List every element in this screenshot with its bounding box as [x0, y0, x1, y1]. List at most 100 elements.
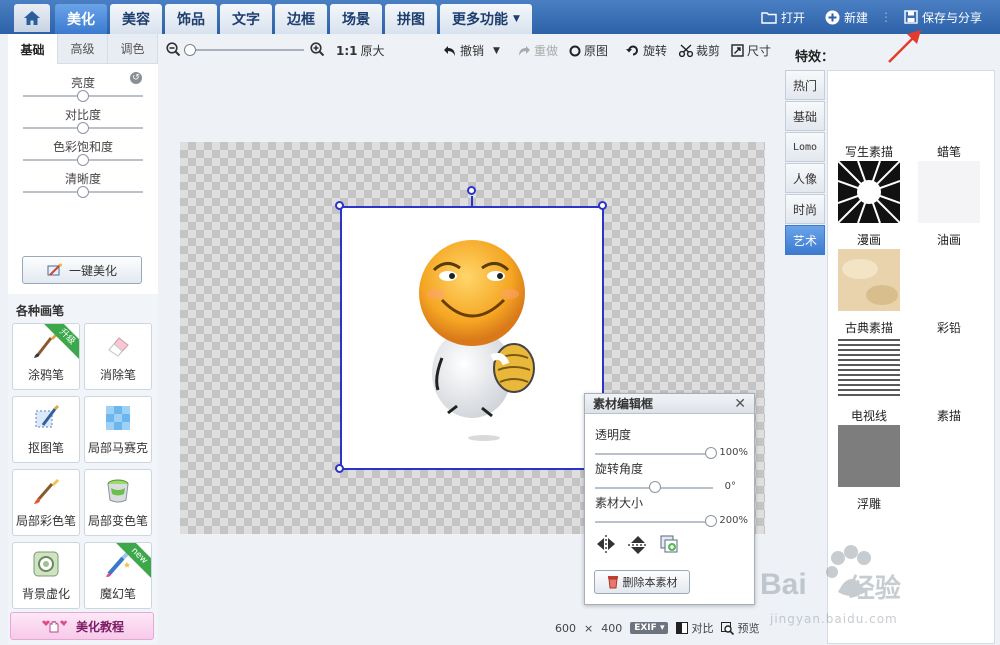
cutout-brush-button[interactable]: 抠图笔	[12, 396, 80, 463]
emoticon-sticker-image[interactable]	[342, 208, 602, 468]
material-size-slider[interactable]: 200%	[595, 515, 750, 529]
tab-beauty[interactable]: 美容	[110, 4, 162, 34]
preview-button[interactable]: 预览	[721, 620, 759, 636]
scissors-icon	[679, 44, 693, 57]
adjust-panel: ↺ 亮度 对比度 色彩饱和度 清晰度 一键美化	[8, 64, 158, 294]
effect-crayon[interactable]: 蜡笔	[914, 143, 984, 226]
sharpness-slider[interactable]	[23, 186, 143, 198]
effect-label: 电视线	[850, 409, 887, 423]
delete-material-button[interactable]: 删除本素材	[594, 570, 690, 594]
slider-knob[interactable]	[77, 154, 89, 166]
contrast-slider[interactable]	[23, 122, 143, 134]
resize-handle-bottom-left[interactable]	[335, 464, 344, 473]
effect-categories: 热门 基础 Lomo 人像 时尚 艺术	[785, 70, 825, 256]
tab-beautify[interactable]: 美化	[55, 4, 107, 34]
magic-brush-button[interactable]: new 魔幻笔	[84, 542, 152, 609]
subtab-advanced[interactable]: 高级	[58, 34, 108, 64]
slider-knob[interactable]	[184, 44, 196, 56]
resize-button[interactable]: 尺寸	[731, 42, 771, 59]
one-key-beautify-button[interactable]: 一键美化	[22, 256, 142, 284]
category-fashion[interactable]: 时尚	[785, 194, 825, 224]
new-label: 新建	[843, 10, 868, 25]
category-basic[interactable]: 基础	[785, 101, 825, 131]
rotation-handle[interactable]	[467, 186, 476, 195]
zoom-out-icon[interactable]	[166, 42, 181, 57]
subtab-label: 高级	[70, 42, 95, 56]
beautify-tutorial-button[interactable]: 美化教程	[10, 612, 154, 640]
subtab-basic[interactable]: 基础	[8, 34, 58, 64]
effect-sketch[interactable]: 写生素描	[834, 143, 904, 226]
effect-oil-painting[interactable]: 油画	[914, 231, 984, 247]
effect-colored-pencil[interactable]: 彩铅	[914, 319, 984, 335]
slider-knob[interactable]	[705, 447, 717, 459]
subtab-color[interactable]: 调色	[108, 34, 158, 64]
flip-vertical-icon[interactable]	[627, 534, 649, 556]
slider-knob[interactable]	[649, 481, 661, 493]
opacity-label: 透明度	[595, 428, 632, 442]
tab-scene[interactable]: 场景	[330, 4, 382, 34]
rotation-slider[interactable]: 0°	[595, 481, 750, 495]
undo-dropdown-icon[interactable]: ▼	[493, 46, 500, 56]
zoom-slider[interactable]	[184, 44, 304, 56]
crop-button[interactable]: 裁剪	[679, 42, 720, 59]
home-button[interactable]	[14, 4, 50, 32]
contrast-row: 对比度	[8, 106, 158, 134]
tab-more-features[interactable]: 更多功能 ▼	[440, 4, 532, 34]
slider-knob[interactable]	[77, 122, 89, 134]
new-button[interactable]: 新建	[817, 4, 876, 30]
local-color-brush-button[interactable]: 局部彩色笔	[12, 469, 80, 536]
original-size-button[interactable]: 1:1 原大	[336, 42, 385, 59]
local-mosaic-button[interactable]: 局部马赛克	[84, 396, 152, 463]
zoom-in-icon[interactable]	[310, 42, 325, 57]
saturation-slider[interactable]	[23, 154, 143, 166]
main-tabs: 美化 美容 饰品 文字 边框 场景 拼图 更多功能 ▼	[55, 4, 532, 34]
rotate-button[interactable]: 旋转	[626, 42, 667, 59]
status-bar: 600 × 400 EXIF ▾ 对比 预览	[555, 620, 759, 636]
slider-knob[interactable]	[77, 186, 89, 198]
flip-horizontal-icon[interactable]	[595, 534, 617, 554]
resize-handle-top-right[interactable]	[598, 201, 607, 210]
doodle-brush-button[interactable]: 升级 涂鸦笔	[12, 323, 80, 390]
undo-button[interactable]: 撤销 ▼	[443, 42, 500, 59]
effect-pencil-sketch[interactable]: 素描	[914, 407, 984, 423]
tab-text[interactable]: 文字	[220, 4, 272, 34]
category-art[interactable]: 艺术	[785, 225, 825, 255]
tab-accessories[interactable]: 饰品	[165, 4, 217, 34]
close-icon[interactable]: ✕	[734, 396, 746, 412]
category-portrait[interactable]: 人像	[785, 163, 825, 193]
background-blur-button[interactable]: 背景虚化	[12, 542, 80, 609]
subtab-label: 调色	[120, 42, 145, 56]
image-height-value: 400	[601, 621, 623, 635]
category-lomo[interactable]: Lomo	[785, 132, 825, 162]
exif-button[interactable]: EXIF ▾	[630, 622, 669, 634]
category-label: Lomo	[792, 141, 818, 153]
effect-tv-lines[interactable]: 电视线	[834, 407, 904, 490]
slider-knob[interactable]	[705, 515, 717, 527]
tab-collage[interactable]: 拼图	[385, 4, 437, 34]
tab-frame[interactable]: 边框	[275, 4, 327, 34]
local-recolor-brush-button[interactable]: 局部变色笔	[84, 469, 152, 536]
mosaic-icon	[103, 403, 133, 433]
reset-icon[interactable]: ↺	[130, 72, 142, 84]
preview-magnifier-icon	[721, 621, 735, 635]
copy-material-icon[interactable]	[659, 534, 679, 554]
opacity-slider[interactable]: 100%	[595, 447, 750, 461]
compare-button[interactable]: 对比	[676, 620, 713, 636]
eraser-brush-button[interactable]: 消除笔	[84, 323, 152, 390]
slider-knob[interactable]	[77, 90, 89, 102]
effect-classic-sketch[interactable]: 古典素描	[834, 319, 904, 402]
material-size-value: 200%	[719, 515, 748, 526]
open-button[interactable]: 打开	[753, 4, 813, 30]
category-popular[interactable]: 热门	[785, 70, 825, 100]
original-image-button[interactable]: 原图	[569, 42, 608, 59]
tab-label: 场景	[342, 12, 370, 28]
photo-canvas[interactable]	[340, 206, 604, 470]
effect-comic[interactable]: 漫画	[834, 231, 904, 314]
brightness-slider[interactable]	[23, 90, 143, 102]
material-size-label: 素材大小	[595, 496, 644, 510]
tab-label: 更多功能	[452, 12, 508, 28]
effect-emboss[interactable]: 浮雕	[834, 495, 904, 511]
redo-button[interactable]: 重做	[517, 42, 558, 59]
resize-handle-top-left[interactable]	[335, 201, 344, 210]
watermark-suffix: 经验	[848, 573, 901, 603]
